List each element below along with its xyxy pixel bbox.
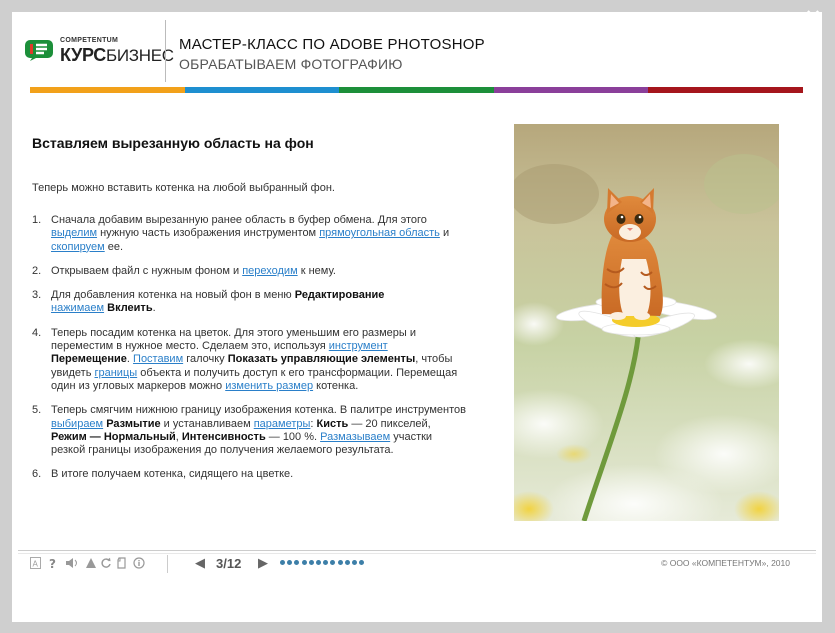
sound-icon[interactable] [65, 557, 79, 571]
slide-dot[interactable] [287, 560, 293, 565]
print-icon[interactable] [116, 557, 128, 571]
help-icon[interactable]: ? [49, 557, 56, 571]
slide-dots [280, 560, 365, 565]
list-item: 2. Открываем файл с нужным фоном и перех… [32, 264, 336, 277]
info-icon[interactable] [133, 557, 145, 571]
font-size-icon[interactable]: A [30, 557, 41, 571]
copyright: © ООО «КОМПЕТЕНТУМ», 2010 [661, 558, 790, 568]
slide-dot[interactable] [359, 560, 365, 565]
prev-slide-button[interactable]: ◀ [195, 556, 205, 571]
logo-caption: COMPETENTUM [60, 37, 119, 44]
link-switch[interactable]: переходим [242, 265, 297, 277]
slide-dot[interactable] [337, 560, 343, 565]
lesson-subtitle: ОБРАБАТЫВАЕМ ФОТОГРАФИЮ [179, 56, 403, 72]
page-title: Вставляем вырезанную область на фон [32, 135, 314, 151]
slide-dot[interactable] [301, 560, 307, 565]
list-item: 5. Теперь смягчим нижнюю границу изображ… [32, 404, 467, 457]
link-tool[interactable]: инструмент [329, 340, 388, 352]
logo-icon [25, 40, 53, 61]
list-item: 4. Теперь посадим котенка на цветок. Для… [32, 326, 458, 392]
slide-counter: 3/12 [216, 556, 242, 571]
link-bounds[interactable]: границы [94, 367, 137, 379]
link-choose[interactable]: выбираем [51, 418, 103, 430]
link-press[interactable]: нажимаем [51, 302, 104, 314]
refresh-icon[interactable] [100, 557, 112, 571]
slide-dot[interactable] [280, 560, 285, 565]
slide-dot[interactable] [315, 560, 321, 565]
list-item: 3. Для добавления котенка на новый фон в… [32, 289, 385, 315]
link-copy[interactable]: скопируем [51, 241, 105, 253]
footer-divider-shadow [18, 553, 816, 554]
header-divider [165, 20, 166, 82]
logo: COMPETENTUM КУРСБИЗНЕС [24, 36, 174, 68]
lesson-frame: COMPETENTUM КУРСБИЗНЕС МАСТЕР-КЛАСС ПО A… [12, 12, 822, 622]
list-item: 1. Сначала добавим вырезанную ранее обла… [32, 214, 450, 253]
link-rect-tool[interactable]: прямоугольная область [319, 227, 440, 239]
steps-list: 1. Сначала добавим вырезанную ранее обла… [32, 214, 467, 493]
next-slide-button[interactable]: ▶ [258, 556, 268, 571]
slide-dot[interactable] [308, 560, 314, 565]
footer-separator [167, 555, 168, 573]
link-resize[interactable]: изменить размер [225, 380, 313, 392]
color-stripe [30, 87, 803, 93]
header: COMPETENTUM КУРСБИЗНЕС МАСТЕР-КЛАСС ПО A… [12, 12, 822, 90]
slide-dot[interactable] [323, 560, 329, 565]
slide-dot[interactable] [344, 560, 350, 565]
slide-dot[interactable] [351, 560, 357, 565]
slide-dot[interactable] [294, 560, 300, 565]
link-smudge[interactable]: Размазываем [320, 431, 390, 443]
link-params[interactable]: параметры [254, 418, 311, 430]
course-title: МАСТЕР-КЛАСС ПО ADOBE PHOTOSHOP [179, 36, 485, 53]
logo-text: КУРСБИЗНЕС [60, 45, 174, 65]
list-item: 6. В итоге получаем котенка, сидящего на… [32, 468, 294, 481]
intro-text: Теперь можно вставить котенка на любой в… [32, 182, 335, 194]
slide-dot[interactable] [330, 560, 336, 565]
footer-divider [18, 550, 816, 551]
kitten-photo [514, 124, 779, 521]
triangle-icon[interactable] [85, 557, 97, 571]
link-check[interactable]: Поставим [133, 353, 183, 365]
svg-text:A: A [33, 560, 39, 569]
link-select[interactable]: выделим [51, 227, 97, 239]
